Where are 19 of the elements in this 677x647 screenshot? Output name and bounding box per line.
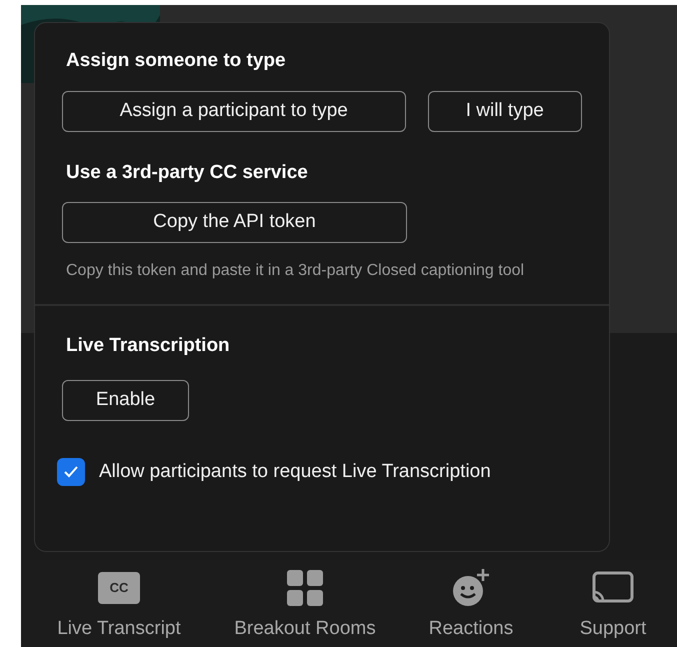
checkbox[interactable] [57,458,85,486]
outline-button[interactable]: Enable [62,380,189,420]
toolbar-item[interactable]: Reactions [393,568,549,643]
toolbar-item[interactable]: Breakout Rooms [217,568,393,643]
captions-icon: CC [98,572,140,604]
checkbox-label: Allow participants to request Live Transcription [99,460,491,484]
smiley-plus-icon [452,568,490,606]
description-text: Copy this token and paste it in a 3rd-party Closed captioning tool [66,261,526,281]
outline-button[interactable]: Copy the API token [62,202,407,243]
section-heading: Live Transcription [66,334,231,358]
toolbar-item[interactable]: CC Live Transcript [21,568,217,643]
toolbar-item[interactable]: Support [549,568,677,643]
grid-icon [287,570,323,606]
cast-icon [592,570,634,604]
outline-button[interactable]: Assign a participant to type [62,90,406,132]
checkmark-icon [64,466,78,478]
section-heading: Use a 3rd-party CC service [66,160,309,184]
section-heading: Assign someone to type [66,49,287,73]
outline-button[interactable]: I will type [428,90,582,132]
